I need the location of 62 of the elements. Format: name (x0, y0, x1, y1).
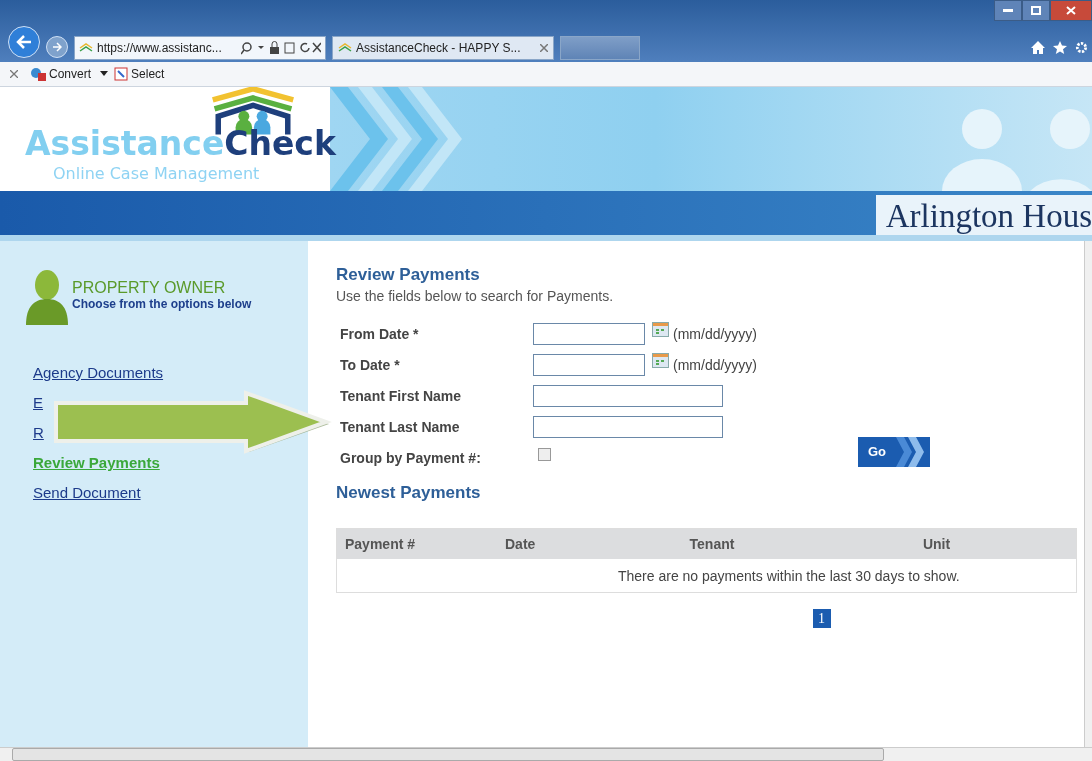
vertical-scrollbar[interactable] (1084, 241, 1092, 747)
maximize-icon (1031, 6, 1041, 15)
sidebar-link[interactable]: Send Document (33, 478, 141, 508)
settings-icon[interactable] (1075, 41, 1088, 54)
empty-message: There are no payments within the last 30 days to show. (617, 566, 961, 586)
calendar-icon[interactable] (652, 322, 669, 337)
field-label: Tenant Last Name (339, 418, 461, 435)
date-format-hint: (mm/dd/yyyy) (673, 356, 757, 373)
back-button[interactable] (8, 26, 40, 58)
address-tools-icon[interactable] (241, 41, 321, 55)
browser-tab[interactable]: AssistanceCheck - HAPPY S... (332, 36, 554, 60)
field-label: Tenant First Name (339, 387, 463, 404)
star-icon[interactable] (1053, 41, 1067, 54)
close-icon[interactable] (540, 44, 548, 52)
name-input[interactable] (533, 415, 723, 438)
sidebar-link[interactable]: E (33, 388, 43, 418)
user-icon (26, 269, 68, 325)
page-title: Review Payments (336, 265, 481, 285)
role-subtitle: Choose from the options below (72, 297, 252, 311)
field-label: From Date * (339, 325, 420, 342)
page-button[interactable]: 1 (812, 609, 831, 628)
minimize-button[interactable] (994, 0, 1022, 21)
minimize-icon (1003, 8, 1013, 13)
column-header: Date (504, 536, 537, 552)
calendar-icon[interactable] (652, 353, 669, 368)
toolbar-button[interactable]: Convert (30, 67, 109, 81)
page-intro: Use the fields below to search for Payments. (336, 288, 615, 304)
go-button[interactable]: Go (858, 436, 930, 467)
name-input[interactable] (533, 384, 723, 407)
back-arrow-icon (16, 35, 32, 49)
forward-button[interactable] (46, 36, 68, 58)
date-input[interactable] (533, 322, 645, 345)
close-button[interactable] (1050, 0, 1092, 21)
date-input[interactable] (533, 353, 645, 376)
horizontal-scrollbar[interactable] (0, 747, 1092, 761)
role-title: PROPERTY OWNER (72, 279, 227, 297)
forward-arrow-icon (52, 42, 62, 52)
section-title: Newest Payments (336, 483, 482, 503)
property-title: Arlington Hous (875, 195, 1092, 235)
close-icon[interactable] (10, 70, 18, 78)
group-checkbox[interactable] (538, 448, 551, 461)
toolbar-button[interactable]: Select (114, 67, 165, 81)
date-format-hint: (mm/dd/yyyy) (673, 325, 757, 342)
field-label: Group by Payment #: (339, 449, 482, 466)
scroll-thumb[interactable] (12, 748, 884, 761)
site-icon (79, 43, 93, 53)
site-icon (338, 43, 352, 53)
field-label: To Date * (339, 356, 401, 373)
sidebar-link[interactable]: Agency Documents (33, 358, 164, 388)
maximize-button[interactable] (1022, 0, 1050, 21)
column-header: Tenant (688, 536, 736, 552)
home-icon[interactable] (1031, 41, 1045, 54)
column-header: Unit (921, 536, 952, 552)
chevrons-icon (894, 436, 925, 467)
close-icon (1066, 6, 1076, 15)
select-icon (114, 67, 129, 81)
sidebar-link[interactable]: R (33, 418, 44, 448)
address-bar[interactable]: https://www.assistanc... (74, 36, 326, 60)
column-header: Payment # (344, 536, 417, 552)
logo-tagline: Online Case Management (52, 164, 261, 183)
convert-icon (30, 67, 46, 81)
logo-wordmark: AssistanceCheck (25, 124, 336, 164)
